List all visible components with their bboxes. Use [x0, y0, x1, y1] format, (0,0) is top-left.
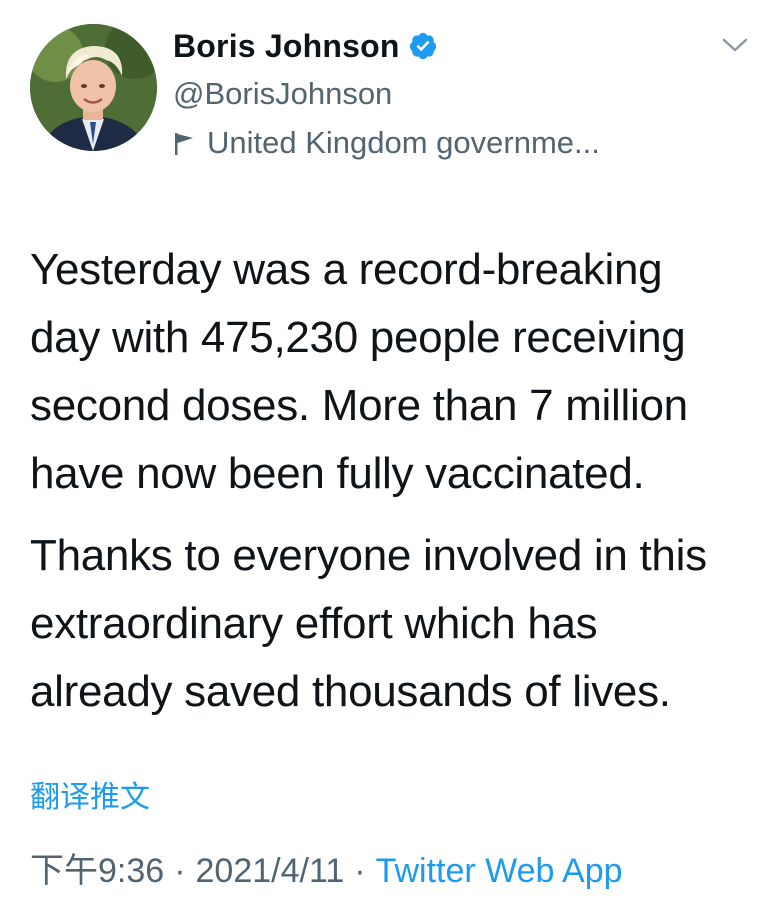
author-info: Boris Johnson @BorisJohnson United Kingd — [173, 24, 600, 164]
translate-tweet-link[interactable]: 翻译推文 — [30, 776, 150, 820]
chevron-down-icon[interactable] — [720, 34, 750, 56]
tweet-source[interactable]: Twitter Web App — [376, 852, 623, 890]
flag-icon — [173, 129, 197, 157]
tweet-card: Boris Johnson @BorisJohnson United Kingd — [0, 0, 773, 906]
author-handle[interactable]: @BorisJohnson — [173, 74, 600, 114]
tweet-paragraph: Thanks to everyone involved in this extr… — [30, 531, 707, 716]
government-label[interactable]: United Kingdom governme... — [173, 122, 600, 164]
tweet-paragraph: Yesterday was a record-breaking day with… — [30, 245, 688, 498]
tweet-text: Yesterday was a record-breaking day with… — [30, 236, 750, 726]
tweet-date[interactable]: 2021/4/11 — [196, 852, 345, 890]
verified-badge-icon — [408, 31, 438, 61]
display-name-row: Boris Johnson — [173, 24, 600, 68]
tweet-header: Boris Johnson @BorisJohnson United Kingd — [30, 14, 750, 174]
meta-separator: · — [174, 852, 186, 890]
tweet-time[interactable]: 下午9:36 — [30, 852, 164, 890]
avatar[interactable] — [30, 24, 157, 151]
meta-separator: · — [354, 852, 366, 890]
avatar-image — [30, 24, 157, 151]
tweet-meta: 下午9:36 · 2021/4/11 · Twitter Web App — [30, 846, 623, 896]
display-name[interactable]: Boris Johnson — [173, 28, 400, 65]
government-label-text: United Kingdom governme... — [207, 125, 600, 160]
